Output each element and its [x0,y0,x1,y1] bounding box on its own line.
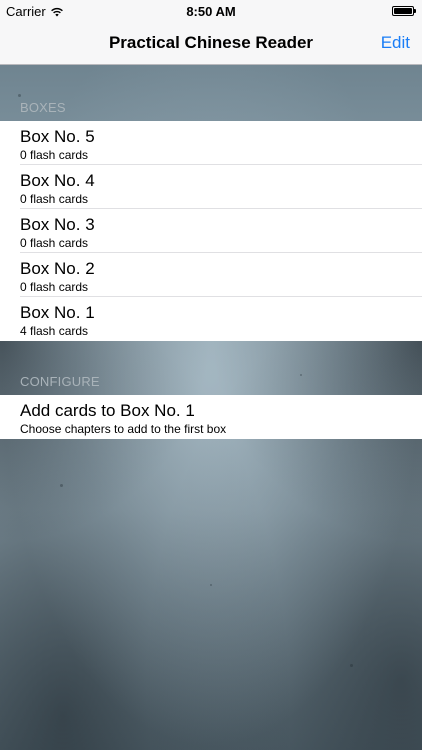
section-header-boxes: BOXES [20,100,66,115]
list-item-box-5[interactable]: Box No. 5 0 flash cards [0,121,422,165]
list-item-box-2[interactable]: Box No. 2 0 flash cards [0,253,422,297]
status-time: 8:50 AM [186,4,236,19]
list-item-box-3[interactable]: Box No. 3 0 flash cards [0,209,422,253]
list-item-box-4[interactable]: Box No. 4 0 flash cards [0,165,422,209]
list-item-subtitle: 0 flash cards [20,148,89,162]
page-title: Practical Chinese Reader [108,33,314,52]
battery-icon [392,6,416,16]
list-item-subtitle: 0 flash cards [20,236,89,250]
list-item-subtitle: Choose chapters to add to the first box [20,422,227,436]
list-item-title: Add cards to Box No. 1 [20,401,195,420]
list-item-title: Box No. 4 [20,171,95,190]
configure-list: Add cards to Box No. 1 Choose chapters t… [0,395,422,439]
list-item-title: Box No. 2 [20,259,95,278]
list-item-title: Box No. 5 [20,127,95,146]
navigation-bar: Practical Chinese Reader Edit [0,22,422,64]
add-cards-row[interactable]: Add cards to Box No. 1 Choose chapters t… [0,395,422,439]
edit-button[interactable]: Edit [381,33,410,53]
top-bar: Carrier 8:50 AM Practical Chinese Reader… [0,0,422,65]
list-item-subtitle: 0 flash cards [20,280,89,294]
list-item-subtitle: 4 flash cards [20,324,89,338]
list-item-subtitle: 0 flash cards [20,192,89,206]
list-item-title: Box No. 1 [20,303,95,322]
status-bar: Carrier 8:50 AM [0,0,422,22]
list-item-title: Box No. 3 [20,215,95,234]
section-header-configure: CONFIGURE [20,374,100,389]
list-item-box-1[interactable]: Box No. 1 4 flash cards [0,297,422,341]
boxes-list: Box No. 5 0 flash cards Box No. 4 0 flas… [0,121,422,341]
